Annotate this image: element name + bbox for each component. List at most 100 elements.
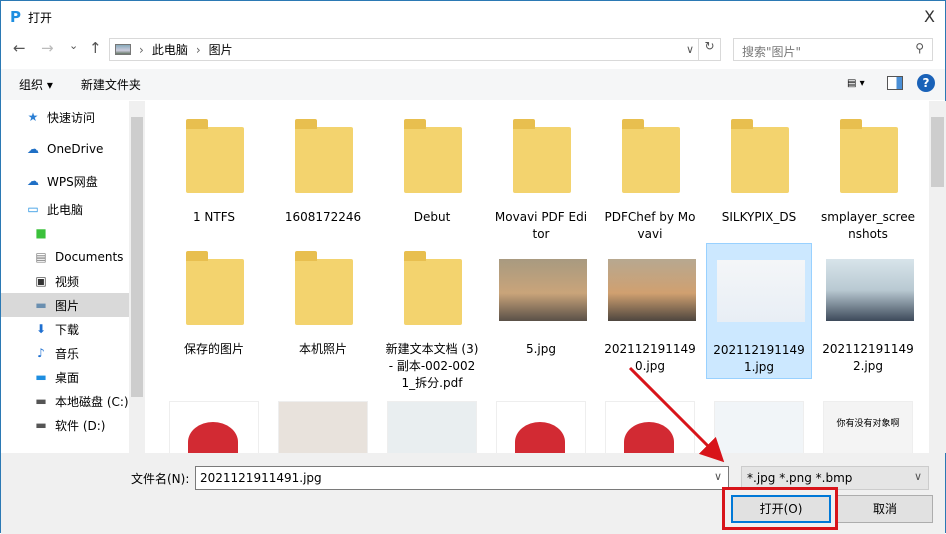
image-thumbnail[interactable] [387, 401, 477, 453]
cloud-icon: ☁ [27, 174, 39, 188]
new-folder-button[interactable]: 新建文件夹 [81, 76, 141, 93]
video-icon: ▣ [35, 274, 47, 288]
file-item[interactable]: PDFChef by Movavi [597, 111, 703, 243]
app-icon: ■ [35, 226, 47, 240]
image-thumbnail [499, 259, 587, 321]
image-thumbnail [717, 260, 805, 322]
file-name: 2021121911491.jpg [713, 343, 805, 374]
bottom-panel: 文件名(N): 2021121911491.jpg ∨ *.jpg *.png … [1, 453, 945, 534]
desktop-icon: ▬ [35, 370, 47, 384]
filename-label: 文件名(N): [131, 472, 190, 486]
chevron-down-icon[interactable]: ∨ [714, 470, 722, 483]
folder-icon [295, 119, 353, 193]
recent-locations-button[interactable]: ⌄ [69, 39, 78, 52]
chevron-down-icon[interactable]: ∨ [686, 43, 694, 56]
sidebar-scrollbar[interactable] [129, 101, 145, 453]
file-list: 1 NTFS 1608172246 Debut Movavi PDF Editor PD… [149, 101, 929, 453]
file-item[interactable]: 保存的图片 [161, 243, 267, 358]
sidebar-item[interactable]: ⬇ 下载 [1, 317, 129, 341]
navigation-bar: ← → ⌄ ↑ › 此电脑 › 图片 ∨ ↻ 搜索"图片" ⚲ [1, 37, 945, 61]
file-item[interactable]: 5.jpg [488, 243, 594, 358]
folder-icon [186, 119, 244, 193]
sidebar-item-label: WPS网盘 [47, 174, 98, 189]
file-item[interactable]: 本机照片 [270, 243, 376, 358]
file-item[interactable]: SILKYPIX_DS [706, 111, 812, 226]
folder-icon [186, 251, 244, 325]
image-thumbnail[interactable] [169, 401, 259, 453]
file-name: Movavi PDF Editor [494, 210, 588, 241]
preview-pane-button[interactable] [887, 76, 903, 90]
app-logo-icon: P [10, 8, 21, 26]
strawberry-image [624, 422, 674, 453]
sidebar-item[interactable]: ▣ 视频 [1, 269, 129, 293]
view-options-button[interactable]: ▤ ▾ [847, 78, 873, 89]
image-thumbnail[interactable] [605, 401, 695, 453]
forward-button[interactable]: → [41, 39, 54, 57]
sidebar-item-label: 此电脑 [47, 202, 84, 217]
help-button[interactable]: ? [917, 74, 935, 92]
up-button[interactable]: ↑ [89, 39, 102, 57]
sidebar-item-label: 图片 [55, 298, 80, 313]
file-item[interactable]: 2021121911491.jpg [706, 243, 812, 379]
file-name: 5.jpg [525, 342, 557, 356]
sidebar-item[interactable]: ■ [1, 221, 129, 245]
sidebar-item-label: OneDrive [47, 142, 104, 156]
open-file-dialog: P 打开 X ← → ⌄ ↑ › 此电脑 › 图片 ∨ ↻ 搜索"图片" ⚲ 组… [0, 0, 946, 534]
chevron-right-icon: › [195, 42, 201, 57]
file-item[interactable]: smplayer_screenshots [815, 111, 921, 243]
image-thumbnail[interactable] [496, 401, 586, 453]
file-name: 新建文本文档 (3) - 副本-002-0021_拆分.pdf [385, 342, 479, 390]
file-item[interactable]: 2021121911492.jpg [815, 243, 921, 375]
strawberry-image [188, 422, 238, 453]
file-item[interactable]: Debut [379, 111, 485, 226]
file-type-select[interactable]: *.jpg *.png *.bmp ∨ [741, 466, 929, 490]
image-thumbnail[interactable]: 你有没有对象啊 [823, 401, 913, 453]
open-button[interactable]: 打开(O) [731, 495, 831, 523]
sidebar-item[interactable]: ▬ 桌面 [1, 365, 129, 389]
sidebar-item[interactable]: ♪ 音乐 [1, 341, 129, 365]
scrollbar-thumb[interactable] [131, 117, 143, 397]
sidebar-item[interactable]: ▬ 软件 (D:) [1, 413, 129, 437]
image-thumbnail[interactable] [714, 401, 804, 453]
title-bar: P 打开 X [1, 1, 945, 33]
image-thumbnail[interactable] [278, 401, 368, 453]
file-item[interactable]: 1608172246 [270, 111, 376, 226]
music-icon: ♪ [37, 346, 45, 360]
file-name: 1 NTFS [192, 210, 236, 224]
breadcrumb-this-pc[interactable]: 此电脑 [152, 41, 188, 58]
search-input[interactable]: 搜索"图片" ⚲ [733, 38, 933, 61]
file-name: SILKYPIX_DS [721, 210, 797, 224]
sidebar-item[interactable]: ▬ 本地磁盘 (C:) [1, 389, 129, 413]
organize-button[interactable]: 组织 ▾ [19, 76, 53, 93]
file-name: 本机照片 [298, 342, 347, 356]
sidebar-item-label: 软件 (D:) [55, 418, 106, 433]
close-button[interactable]: X [924, 7, 935, 26]
back-button[interactable]: ← [13, 39, 26, 57]
file-name: smplayer_screenshots [821, 210, 915, 241]
file-item[interactable]: 2021121911490.jpg [597, 243, 703, 375]
sidebar-item[interactable]: ☁ WPS网盘 [1, 165, 129, 197]
breadcrumb-pictures[interactable]: 图片 [209, 41, 233, 58]
refresh-button[interactable]: ↻ [698, 39, 720, 60]
sidebar-item[interactable]: ▭ 此电脑 [1, 197, 129, 221]
dialog-title: 打开 [28, 10, 53, 25]
sidebar-item-label: 快速访问 [47, 110, 96, 125]
sidebar-item[interactable]: ▤ Documents [1, 245, 129, 269]
file-list-scrollbar[interactable] [929, 101, 946, 453]
file-name: 1608172246 [284, 210, 362, 224]
sidebar-item[interactable]: ☁ OneDrive [1, 133, 129, 165]
folder-icon [295, 251, 353, 325]
sidebar-item[interactable]: ▬ 图片 [1, 293, 129, 317]
search-icon: ⚲ [915, 41, 924, 55]
file-item[interactable]: Movavi PDF Editor [488, 111, 594, 243]
file-item[interactable]: 1 NTFS [161, 111, 267, 226]
file-item[interactable]: 新建文本文档 (3) - 副本-002-0021_拆分.pdf [379, 243, 485, 392]
sidebar-item[interactable]: ★ 快速访问 [1, 101, 129, 133]
address-bar[interactable]: › 此电脑 › 图片 ∨ ↻ [109, 38, 721, 61]
filename-input[interactable]: 2021121911491.jpg ∨ [195, 466, 729, 490]
file-name: Debut [413, 210, 451, 224]
folder-icon [404, 119, 462, 193]
scrollbar-thumb[interactable] [931, 117, 944, 187]
star-icon: ★ [27, 110, 39, 124]
cancel-button[interactable]: 取消 [837, 495, 933, 523]
